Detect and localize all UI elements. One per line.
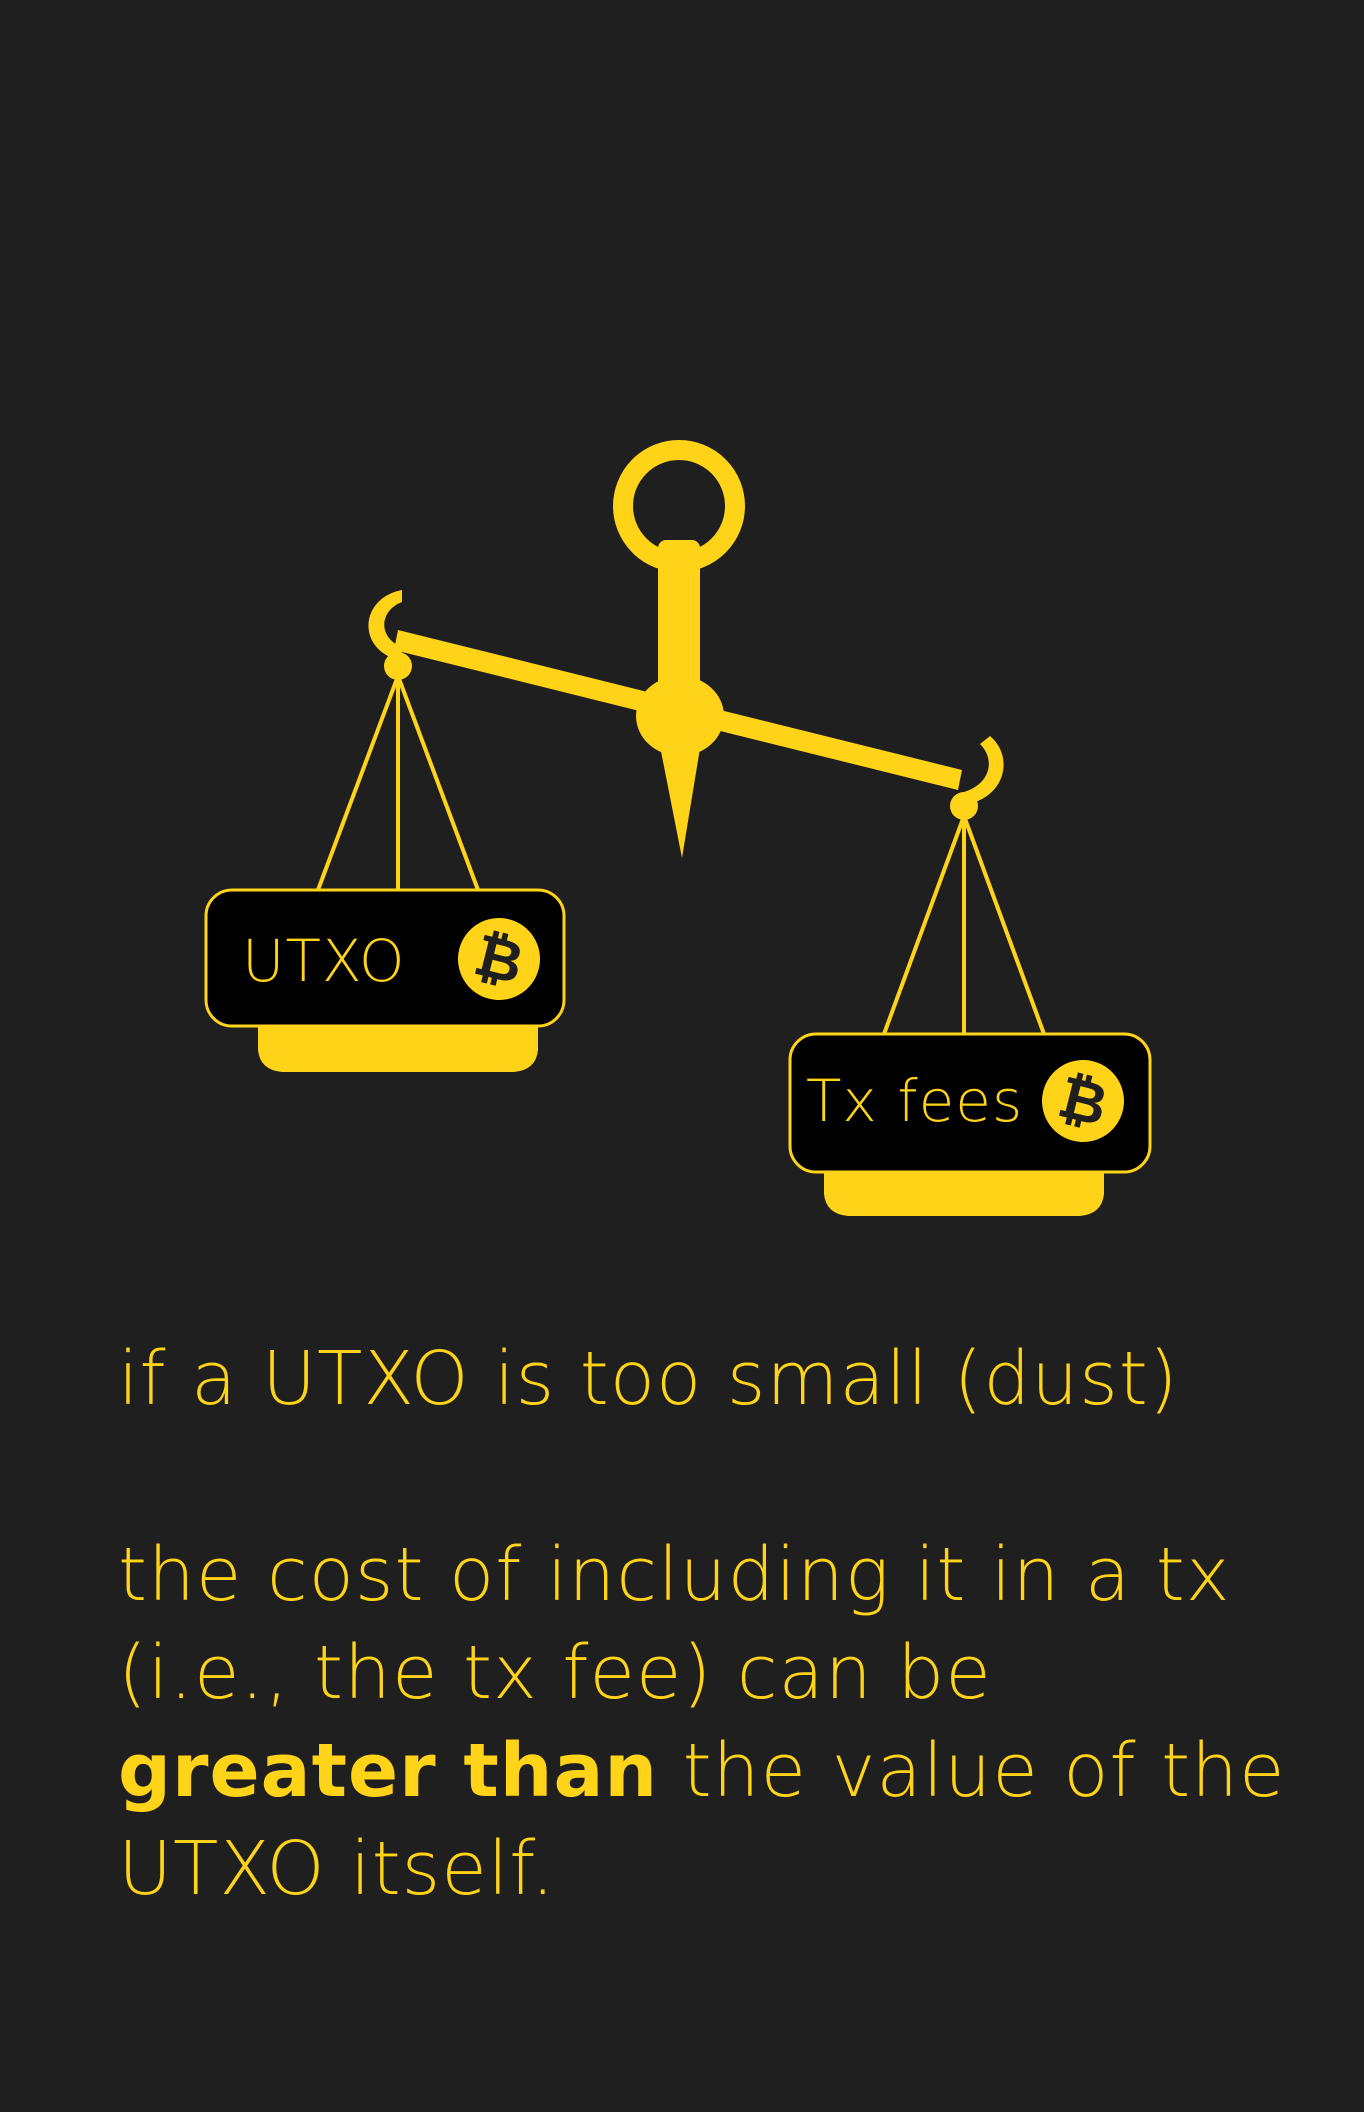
left-pan-base (258, 1024, 538, 1072)
right-pan-base (824, 1168, 1104, 1216)
balance-scale-illustration: UTXO ₿ Tx fees ₿ (0, 0, 1364, 1260)
left-hook (368, 590, 404, 660)
balance-scale-icon (204, 440, 1152, 1216)
caption-line-1: if a UTXO is too small (dust) (118, 1336, 1179, 1422)
caption-paragraph-2: the cost of including it in a tx (i.e., … (118, 1526, 1318, 1918)
tx-fees-pan-label: Tx fees (806, 1067, 1024, 1135)
caption: if a UTXO is too small (dust) the cost o… (118, 1330, 1318, 1918)
utxo-pan-label: UTXO (242, 927, 406, 995)
caption-lead: the cost of including it in a tx (i.e., … (118, 1532, 1231, 1716)
caption-emphasis: greater than (118, 1728, 659, 1814)
scale-pointer (658, 736, 702, 858)
